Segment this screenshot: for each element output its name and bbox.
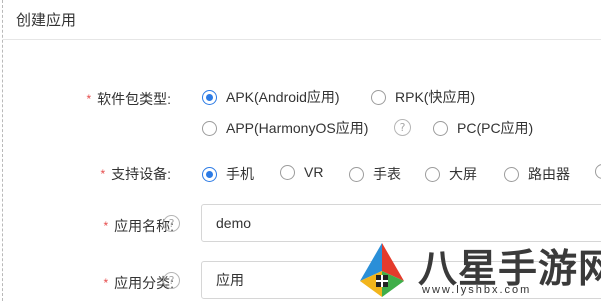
left-dashed-border (2, 0, 3, 301)
radio-unchecked-icon (595, 164, 601, 179)
required-mark: * (86, 92, 92, 106)
required-mark: * (103, 219, 109, 233)
help-question-icon[interactable]: ? (163, 215, 180, 232)
page-header: 创建应用 (3, 0, 601, 40)
radio-big-screen[interactable]: 大屏 (425, 164, 477, 184)
radio-harmonyos-app[interactable]: APP(HarmonyOS应用) (202, 118, 368, 138)
radio-watch[interactable]: 手表 (349, 164, 401, 184)
required-mark: * (103, 276, 109, 290)
software-type-label: * 软件包类型: (86, 91, 171, 107)
radio-unchecked-icon (202, 120, 217, 136)
radio-checked-icon (202, 166, 217, 182)
radio-more-cut[interactable] (595, 164, 601, 179)
radio-unchecked-icon (425, 166, 440, 182)
radio-unchecked-icon (371, 89, 386, 105)
radio-vr[interactable]: VR (280, 164, 323, 180)
watermark: 八星手游网 www.lyshbx.com (352, 236, 601, 301)
required-mark: * (100, 167, 106, 181)
radio-pc[interactable]: PC(PC应用) (433, 118, 533, 138)
radio-unchecked-icon (504, 166, 519, 182)
help-question-icon[interactable]: ? (394, 119, 411, 136)
help-question-icon[interactable]: ? (163, 272, 180, 289)
watermark-url: www.lyshbx.com (422, 284, 532, 296)
watermark-logo-icon (360, 243, 404, 297)
device-label: * 支持设备: (100, 166, 171, 182)
radio-unchecked-icon (433, 120, 448, 136)
radio-router[interactable]: 路由器 (504, 164, 570, 184)
radio-checked-icon (202, 89, 217, 105)
radio-rpk[interactable]: RPK(快应用) (371, 87, 475, 107)
radio-unchecked-icon (349, 166, 364, 182)
radio-unchecked-icon (280, 164, 295, 180)
page-title: 创建应用 (16, 12, 77, 29)
radio-apk[interactable]: APK(Android应用) (202, 87, 340, 107)
radio-phone[interactable]: 手机 (202, 164, 254, 184)
